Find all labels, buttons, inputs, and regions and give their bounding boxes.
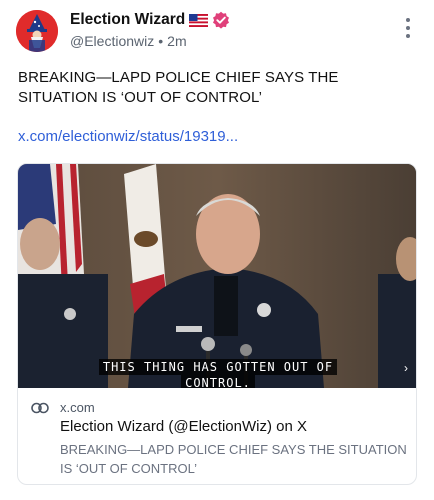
card-title[interactable]: Election Wizard (@ElectionWiz) on X <box>60 418 307 435</box>
card-video-thumbnail[interactable]: THIS THING HAS GOTTEN OUT OF CONTROL. › <box>18 164 416 388</box>
meta-separator: • <box>158 33 164 49</box>
more-dot-icon <box>406 18 410 22</box>
author-name-row: Election Wizard <box>70 11 230 29</box>
author-handle[interactable]: @Electionwiz <box>70 33 154 49</box>
caption-line-1: THIS THING HAS GOTTEN OUT OF <box>98 359 338 375</box>
post-status-link[interactable]: x.com/electionwiz/status/19319... <box>18 128 238 145</box>
card-description: BREAKING—LAPD POLICE CHIEF SAYS THE SITU… <box>60 442 407 476</box>
more-dot-icon <box>406 34 410 38</box>
author-meta: @Electionwiz • 2m <box>70 33 187 49</box>
more-options-button[interactable] <box>400 18 416 38</box>
verified-badge-icon <box>213 11 230 29</box>
author-avatar[interactable] <box>16 10 58 52</box>
post-text: BREAKING—LAPD POLICE CHIEF SAYS THE SITU… <box>18 69 339 106</box>
video-caption: THIS THING HAS GOTTEN OUT OF CONTROL. <box>18 359 416 388</box>
more-dot-icon <box>406 26 410 30</box>
chevron-right-icon[interactable]: › <box>398 360 414 376</box>
link-icon <box>31 402 49 414</box>
wizard-avatar-icon <box>16 10 58 52</box>
social-post: Election Wizard @Electionwiz • 2m BREAKI… <box>0 0 434 500</box>
link-preview-card[interactable]: THIS THING HAS GOTTEN OUT OF CONTROL. › … <box>17 163 417 485</box>
caption-line-2: CONTROL. <box>181 375 255 388</box>
press-conference-image <box>18 164 416 388</box>
card-info: x.com Election Wizard (@ElectionWiz) on … <box>18 388 416 484</box>
post-timestamp[interactable]: 2m <box>167 33 186 49</box>
card-domain: x.com <box>60 400 95 415</box>
us-flag-icon <box>189 13 209 27</box>
author-display-name[interactable]: Election Wizard <box>70 11 185 29</box>
